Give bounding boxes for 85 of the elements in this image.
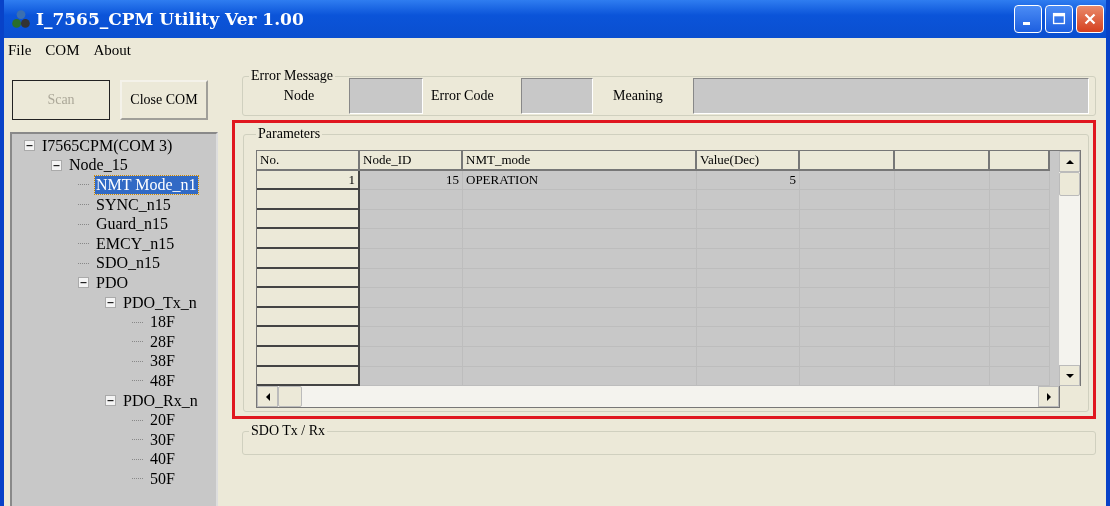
tree-connector <box>78 204 89 206</box>
tree-connector <box>78 184 89 186</box>
tree-connector <box>78 243 89 245</box>
scroll-up-icon[interactable] <box>1059 151 1080 172</box>
table-cell: 15 <box>360 170 463 191</box>
tree-item[interactable]: SYNC_n15 <box>95 195 172 214</box>
column-header[interactable] <box>895 151 990 171</box>
tree-item[interactable]: NMT Mode_n1 <box>95 176 198 194</box>
collapse-icon[interactable] <box>105 297 116 309</box>
row-header[interactable] <box>257 346 360 367</box>
tree-item[interactable]: Node_15 <box>68 156 129 175</box>
tree-item[interactable]: 50F <box>149 469 176 488</box>
collapse-icon[interactable] <box>51 159 62 171</box>
row-header[interactable] <box>257 307 360 328</box>
tree-connector <box>132 380 143 382</box>
tree-item[interactable]: 20F <box>149 411 176 430</box>
collapse-icon[interactable] <box>105 395 116 406</box>
tree-item[interactable]: 28F <box>149 332 176 351</box>
close-com-button[interactable]: Close COM <box>120 80 208 120</box>
horizontal-scrollbar[interactable] <box>256 386 1060 409</box>
tree-item[interactable]: 30F <box>149 430 176 449</box>
tree-connector <box>132 341 143 343</box>
menu-item[interactable]: COM <box>45 41 80 59</box>
menu-item[interactable]: File <box>8 41 32 59</box>
minimize-button[interactable] <box>1014 5 1042 33</box>
column-header[interactable]: Node_ID <box>360 151 463 171</box>
tree-item[interactable]: I7565CPM(COM 3) <box>41 136 174 155</box>
column-header[interactable] <box>990 151 1050 171</box>
column-header[interactable]: No. <box>257 151 360 171</box>
tree-connector <box>78 262 89 264</box>
scroll-right-icon[interactable] <box>1038 386 1059 408</box>
group-title: Error Message <box>250 68 335 84</box>
scroll-down-icon[interactable] <box>1059 365 1080 387</box>
tree-connector <box>132 360 143 362</box>
tree-item[interactable]: 40F <box>149 450 176 469</box>
scroll-thumb[interactable] <box>1059 172 1080 196</box>
scroll-thumb[interactable] <box>278 386 302 408</box>
table-cell: 5 <box>697 170 800 191</box>
field-label: Node <box>282 88 316 104</box>
row-header[interactable] <box>257 288 360 308</box>
table-cell <box>990 170 1050 191</box>
scroll-left-icon[interactable] <box>257 386 278 408</box>
tree-connector <box>78 223 89 225</box>
field-label: Meaning <box>613 88 664 104</box>
tree-item[interactable]: EMCY_n15 <box>95 234 176 253</box>
table-cell: OPERATION <box>463 170 697 191</box>
row-header[interactable] <box>257 366 360 387</box>
error-code-field[interactable] <box>521 78 593 114</box>
tree-item[interactable]: PDO_Rx_n <box>122 391 199 410</box>
field-label: Error Code <box>431 88 495 104</box>
collapse-icon[interactable] <box>24 140 35 152</box>
tree-item[interactable]: 48F <box>149 371 176 390</box>
vertical-scrollbar[interactable] <box>1059 151 1080 387</box>
meaning-field[interactable] <box>693 78 1089 114</box>
close-button[interactable] <box>1076 5 1104 33</box>
group-title: SDO Tx / Rx <box>250 423 327 439</box>
minimize-icon <box>1022 21 1030 25</box>
group-title: Parameters <box>257 126 322 142</box>
tree-item[interactable]: Guard_n15 <box>95 215 169 234</box>
tree-connector <box>132 478 143 480</box>
tree-item[interactable]: PDO <box>95 273 129 292</box>
row-header[interactable] <box>257 248 360 269</box>
collapse-icon[interactable] <box>78 277 89 289</box>
window-title: I_7565_CPM Utility Ver 1.00 <box>36 9 304 29</box>
app-icon <box>10 8 32 30</box>
row-header[interactable] <box>257 268 360 289</box>
tree-item[interactable]: SDO_n15 <box>95 254 161 273</box>
row-header[interactable] <box>257 190 360 210</box>
tree-connector <box>132 419 143 421</box>
tree-connector <box>132 458 143 460</box>
tree-connector <box>132 321 143 323</box>
tree-item[interactable]: 38F <box>149 352 176 371</box>
column-header[interactable]: Value(Dec) <box>697 151 800 171</box>
column-header[interactable] <box>800 151 895 171</box>
menu-item[interactable]: About <box>93 41 132 59</box>
tree-item[interactable]: 18F <box>149 313 176 332</box>
table-cell: 1 <box>257 170 360 191</box>
row-header[interactable] <box>257 229 360 249</box>
maximize-button[interactable] <box>1045 5 1073 33</box>
row-header[interactable] <box>257 209 360 230</box>
tree-connector <box>132 439 143 441</box>
node-field[interactable] <box>349 78 423 114</box>
row-header[interactable] <box>257 327 360 347</box>
tree-item[interactable]: PDO_Tx_n <box>122 293 198 312</box>
column-header[interactable]: NMT_mode <box>463 151 697 171</box>
